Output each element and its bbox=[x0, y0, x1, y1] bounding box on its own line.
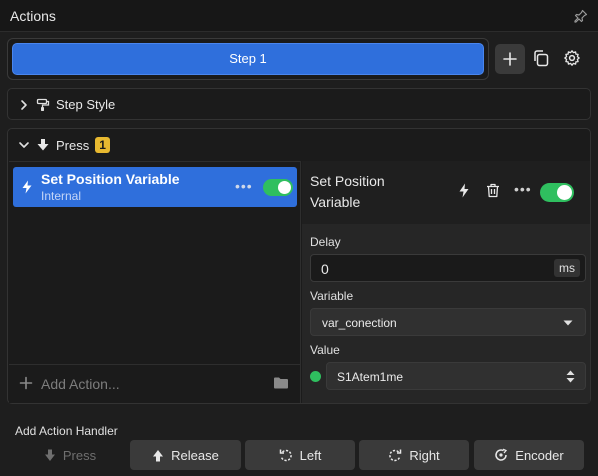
delay-unit: ms bbox=[554, 259, 580, 277]
chevron-down-icon[interactable] bbox=[18, 139, 30, 151]
add-action-label[interactable]: Add Action... bbox=[41, 376, 120, 392]
chevron-right-icon[interactable] bbox=[18, 99, 30, 111]
details-body: Delay 0 ms Variable var_conection Value … bbox=[302, 224, 590, 403]
variable-value: var_conection bbox=[322, 316, 397, 330]
value-label: Value bbox=[310, 343, 340, 357]
delay-value: 0 bbox=[321, 261, 329, 277]
copy-icon bbox=[534, 50, 549, 67]
step-settings-button[interactable] bbox=[563, 49, 581, 67]
handler-release-button[interactable]: Release bbox=[130, 440, 241, 470]
paint-roller-icon bbox=[36, 98, 50, 111]
action-category: Internal bbox=[41, 189, 82, 203]
handler-right-button[interactable]: Right bbox=[359, 440, 469, 470]
status-dot-icon bbox=[310, 371, 321, 382]
handler-left-label: Left bbox=[299, 447, 322, 463]
action-name: Set Position Variable bbox=[41, 171, 180, 187]
plus-icon bbox=[503, 52, 517, 66]
details-header: Set Position Variable ••• bbox=[302, 161, 590, 224]
arrow-down-icon bbox=[37, 139, 49, 151]
action-list: Set Position Variable Internal ••• Add A… bbox=[9, 161, 301, 403]
folder-icon[interactable] bbox=[273, 376, 289, 390]
trash-icon[interactable] bbox=[486, 183, 500, 198]
plus-icon bbox=[19, 376, 33, 390]
handler-press-button: Press bbox=[15, 440, 125, 470]
handler-encoder-button[interactable]: Encoder bbox=[474, 440, 584, 470]
arrow-up-icon bbox=[153, 449, 164, 461]
handler-right-label: Right bbox=[409, 447, 440, 463]
chevron-down-icon bbox=[563, 320, 573, 326]
panel-header: Actions bbox=[0, 0, 598, 32]
value-select[interactable]: S1Atem1me bbox=[326, 362, 586, 390]
action-details-panel: Set Position Variable ••• Delay 0 ms Var… bbox=[302, 161, 590, 403]
delay-label: Delay bbox=[310, 235, 341, 249]
add-step-button[interactable] bbox=[495, 44, 525, 74]
variable-select[interactable]: var_conection bbox=[310, 308, 586, 336]
details-enabled-toggle[interactable] bbox=[540, 183, 574, 202]
rotate-right-icon bbox=[389, 449, 402, 462]
handler-press-label: Press bbox=[62, 447, 97, 463]
action-item-set-position-variable[interactable]: Set Position Variable Internal ••• bbox=[13, 167, 297, 207]
value-value: S1Atem1me bbox=[337, 370, 404, 384]
press-label: Press bbox=[56, 137, 90, 153]
encoder-icon bbox=[495, 448, 508, 461]
delay-input[interactable]: 0 ms bbox=[310, 254, 586, 282]
rotate-left-icon bbox=[279, 449, 292, 462]
up-down-icon bbox=[566, 370, 575, 383]
handler-encoder-label: Encoder bbox=[515, 447, 564, 463]
press-header[interactable]: Press 1 bbox=[18, 137, 110, 153]
panel-title: Actions bbox=[10, 8, 56, 24]
value-row: S1Atem1me bbox=[310, 362, 586, 390]
step-style-section[interactable]: Step Style bbox=[7, 88, 591, 120]
add-action-handler-label: Add Action Handler bbox=[15, 424, 118, 438]
test-action-icon[interactable] bbox=[458, 183, 470, 198]
arrow-down-icon bbox=[44, 449, 55, 461]
press-section: Press 1 Set Position Variable Internal •… bbox=[7, 128, 591, 404]
step-1-button[interactable]: Step 1 bbox=[12, 43, 484, 75]
add-action-row[interactable]: Add Action... bbox=[9, 364, 300, 402]
action-count-badge: 1 bbox=[95, 137, 110, 153]
more-options-icon[interactable]: ••• bbox=[514, 181, 532, 197]
action-enabled-toggle[interactable] bbox=[263, 179, 293, 196]
gear-icon bbox=[564, 50, 580, 66]
step-selector: Step 1 bbox=[7, 38, 489, 80]
handler-release-label: Release bbox=[171, 447, 219, 463]
pin-icon[interactable] bbox=[574, 9, 588, 23]
bolt-icon bbox=[21, 180, 33, 194]
more-options-icon[interactable]: ••• bbox=[235, 178, 253, 194]
variable-label: Variable bbox=[310, 289, 354, 303]
step-style-label: Step Style bbox=[56, 97, 116, 112]
duplicate-step-button[interactable] bbox=[532, 49, 550, 67]
handler-left-button[interactable]: Left bbox=[245, 440, 355, 470]
details-title: Set Position Variable bbox=[310, 173, 385, 210]
